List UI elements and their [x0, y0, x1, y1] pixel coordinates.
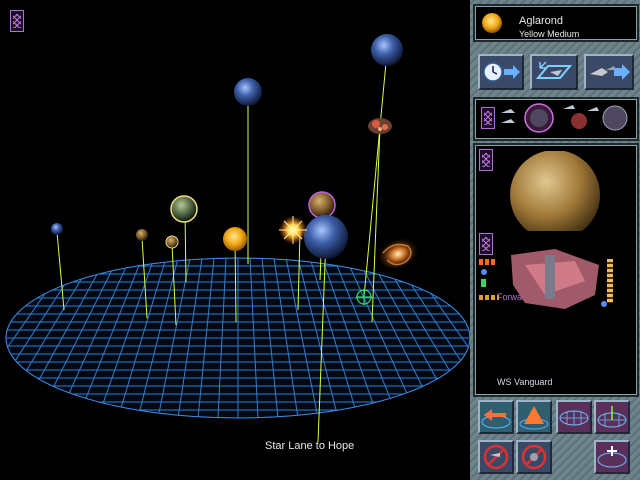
planet-tiny	[165, 235, 179, 249]
shield-indicator	[481, 269, 487, 275]
grid-plane	[6, 258, 470, 418]
asteroid-cluster	[368, 118, 392, 134]
shield-dot	[601, 301, 607, 307]
fleet-advance-icon	[590, 64, 630, 80]
side-panel: Aglarond Yellow Medium Forward WS Vangua…	[470, 0, 640, 480]
planet-blue-top	[371, 34, 403, 66]
pyramid-icon	[519, 406, 549, 430]
nebula	[376, 237, 420, 271]
star-lane-label: Star Lane to Hope	[265, 440, 355, 452]
supply-indicator	[479, 295, 499, 300]
sun-icon	[482, 13, 502, 33]
grid-marker-icon	[597, 406, 627, 428]
planet-blue-high	[234, 78, 262, 106]
disable-orbit-button[interactable]	[516, 440, 552, 474]
planet-info-panel: Forward Station WS Vanguard	[473, 143, 639, 397]
celtic-knot-icon[interactable]	[479, 149, 493, 171]
planet-portrait	[510, 151, 600, 231]
star-type: Yellow Medium	[519, 29, 580, 39]
star-system-map[interactable]: Star Lane to Hope	[0, 0, 470, 480]
celtic-knot-icon[interactable]	[481, 107, 495, 129]
ship-portrait	[511, 249, 599, 309]
celtic-knot-icon[interactable]	[479, 233, 493, 255]
grid-icon	[559, 410, 589, 426]
star-sun	[223, 227, 247, 251]
ship-flare	[279, 216, 307, 244]
crew-indicator	[481, 279, 486, 287]
enemy-fleet-icon[interactable]	[561, 101, 631, 135]
fleet-row	[473, 97, 639, 141]
ship-power-bar	[607, 259, 613, 303]
damage-indicator	[479, 259, 497, 265]
planet-small-brown	[136, 229, 148, 241]
star-header: Aglarond Yellow Medium	[473, 4, 639, 42]
zoom-grid-icon	[597, 446, 627, 468]
no-ships-icon	[483, 444, 509, 470]
celtic-knot-icon[interactable]	[10, 10, 24, 32]
advance-turn-button[interactable]	[478, 54, 524, 90]
clock-advance-icon	[483, 62, 520, 82]
game-screen: Star Lane to Hope Aglarond Yellow Medium	[0, 0, 640, 480]
raise-view-button[interactable]	[516, 400, 552, 434]
no-orbit-icon	[521, 444, 547, 470]
ship-name: WS Vanguard	[497, 377, 553, 387]
planet-green-selected	[170, 195, 198, 223]
center-on-ship-icon	[535, 61, 573, 79]
move-left-icon	[481, 409, 511, 429]
fleet-in-orbit-icon[interactable]	[497, 101, 557, 135]
planet-far-left	[51, 223, 63, 235]
prev-view-button[interactable]	[478, 400, 514, 434]
grid-view-button[interactable]	[556, 400, 592, 434]
center-view-button[interactable]	[530, 54, 578, 90]
map-canvas	[5, 34, 470, 443]
planet-brown-ring	[308, 191, 336, 219]
planet-blue-large	[304, 215, 348, 259]
star-name: Aglarond	[519, 15, 564, 27]
disable-fleet-button[interactable]	[478, 440, 514, 474]
grid-marker-button[interactable]	[594, 400, 630, 434]
fleet-advance-button[interactable]	[584, 54, 634, 90]
zoom-grid-button[interactable]	[594, 440, 630, 474]
